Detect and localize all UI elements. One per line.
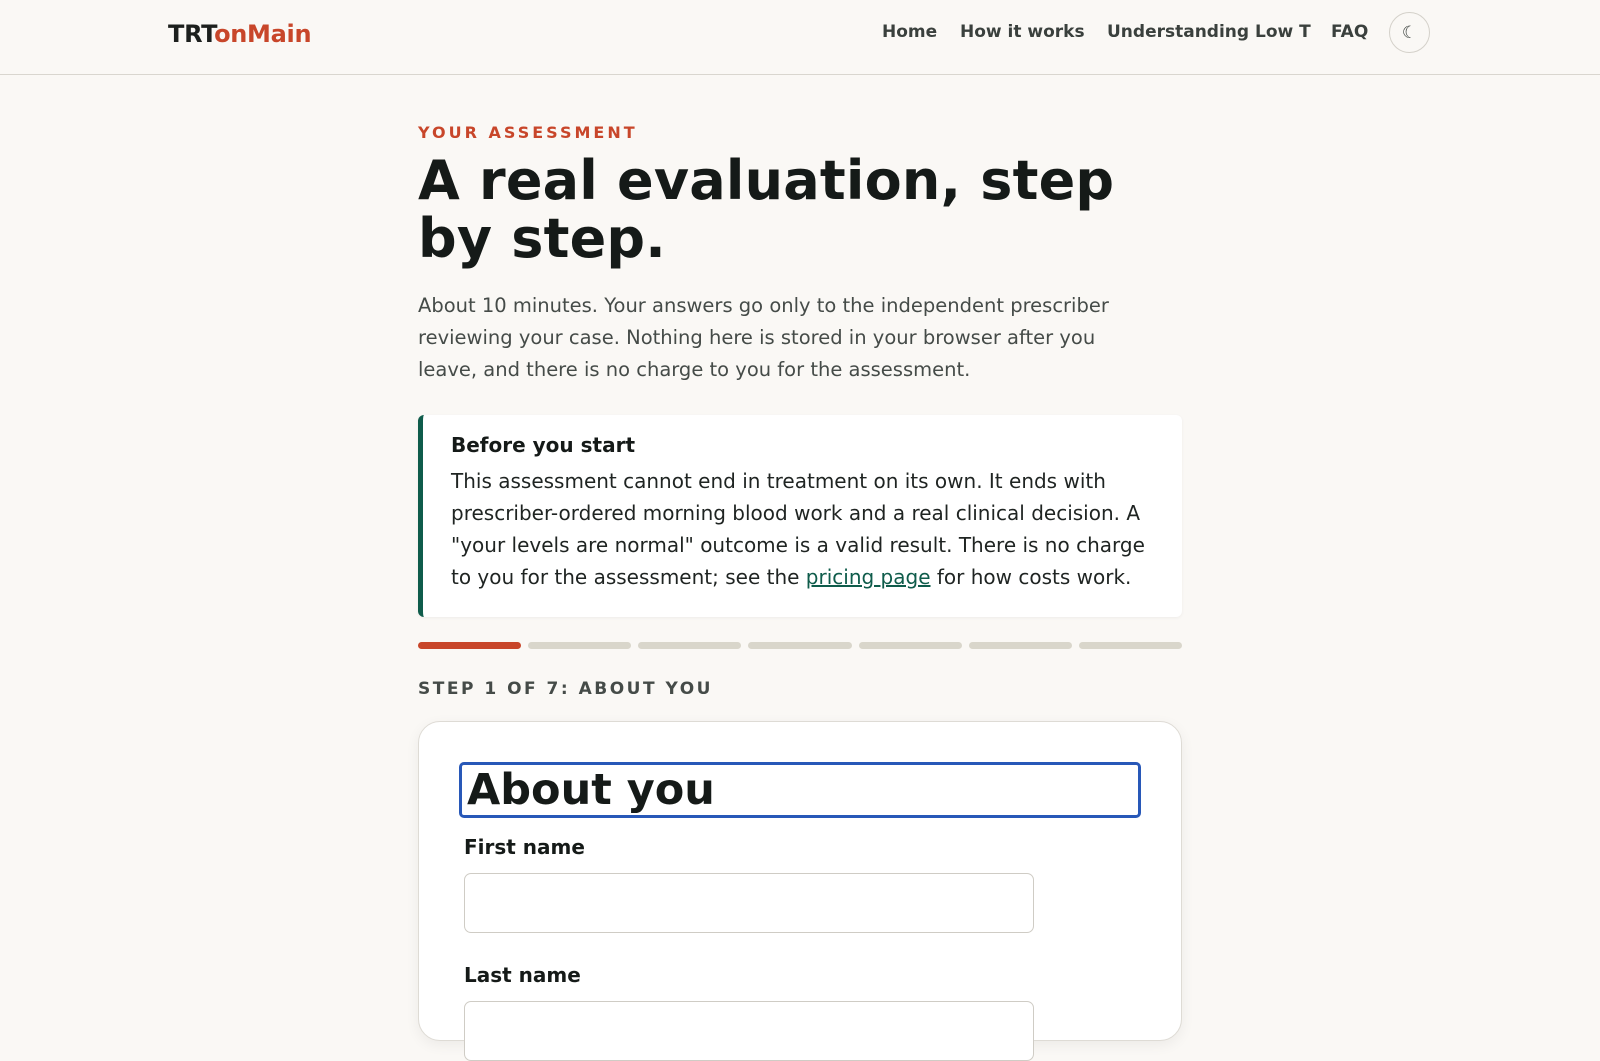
progress-segment-2	[528, 642, 632, 649]
callout-text: This assessment cannot end in treatment …	[451, 465, 1154, 593]
first-name-label: First name	[464, 835, 585, 859]
callout-title: Before you start	[451, 433, 636, 457]
callout-text-part2: for how costs work.	[930, 565, 1132, 589]
site-logo[interactable]: TRTonMain	[168, 20, 312, 48]
logo-text-onmain: onMain	[214, 20, 312, 48]
form-section-heading: About you	[459, 762, 1141, 818]
progress-segment-4	[748, 642, 852, 649]
pricing-page-link[interactable]: pricing page	[806, 565, 931, 589]
nav-understanding-low-t-link[interactable]: Understanding Low T	[1107, 22, 1311, 42]
nav-faq-link[interactable]: FAQ	[1331, 22, 1368, 42]
section-eyebrow: YOUR ASSESSMENT	[418, 123, 638, 142]
progress-segment-5	[858, 642, 962, 649]
progress-segment-6	[968, 642, 1072, 649]
theme-toggle-button[interactable]: ☾	[1389, 12, 1430, 53]
step-progress-bar	[418, 642, 1182, 650]
intro-text: About 10 minutes. Your answers go only t…	[418, 294, 1109, 381]
progress-segment-3	[638, 642, 742, 649]
step-label: STEP 1 OF 7: ABOUT YOU	[418, 679, 713, 699]
last-name-input[interactable]	[464, 1001, 1034, 1061]
site-header: TRTonMain Home How it works Understandin…	[0, 0, 1600, 75]
first-name-input[interactable]	[464, 873, 1034, 933]
before-you-start-callout: Before you start This assessment cannot …	[418, 415, 1182, 617]
logo-text-trt: TRT	[168, 20, 215, 48]
nav-home-link[interactable]: Home	[882, 22, 937, 42]
progress-segment-7	[1078, 642, 1182, 649]
moon-icon: ☾	[1401, 22, 1418, 43]
page-title: A real evaluation, step by step.	[418, 149, 1115, 270]
nav-how-it-works-link[interactable]: How it works	[960, 22, 1085, 42]
progress-segment-1	[418, 642, 522, 649]
form-card: About you First name Last name	[418, 721, 1182, 1061]
last-name-label: Last name	[464, 963, 581, 987]
